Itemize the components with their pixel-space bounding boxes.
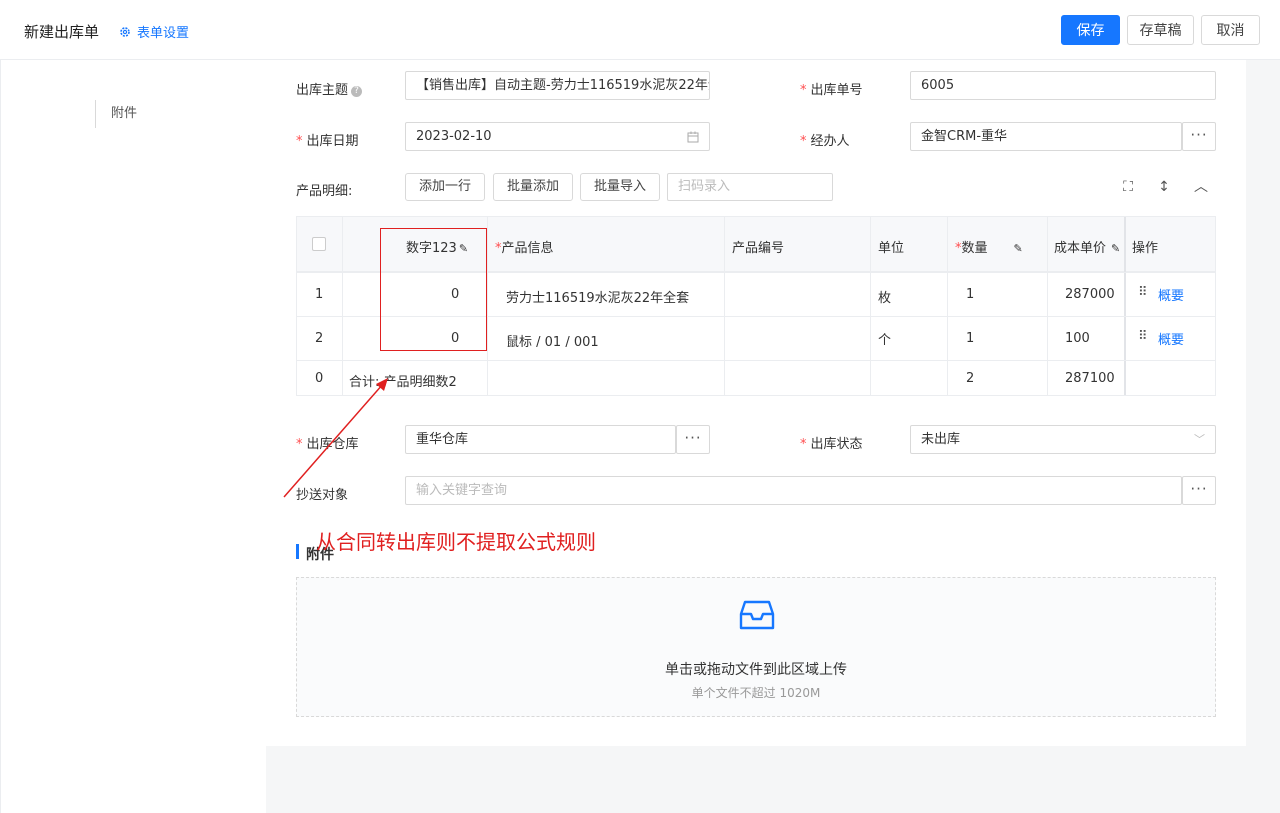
annotation-text: 从合同转出库则不提取公式规则 bbox=[316, 530, 596, 554]
annotation-arrow bbox=[283, 378, 388, 498]
